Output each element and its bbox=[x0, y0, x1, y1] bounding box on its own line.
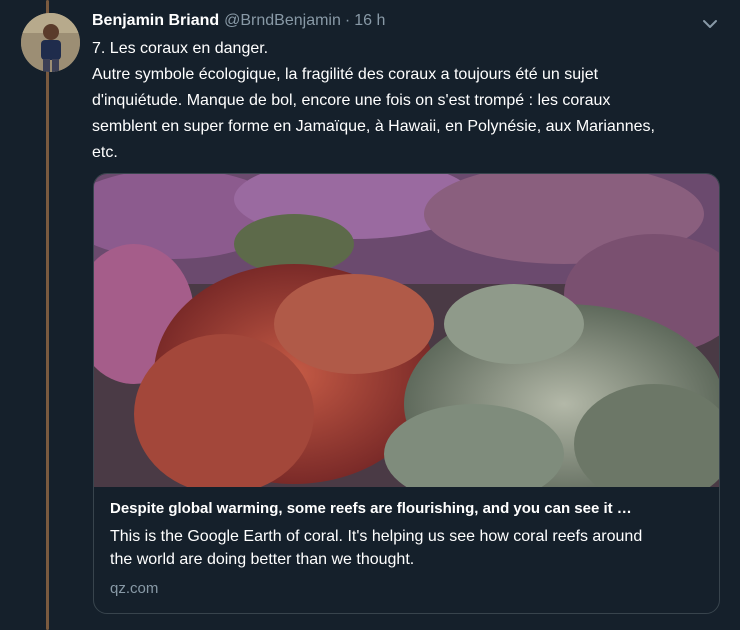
card-description: This is the Google Earth of coral. It's … bbox=[110, 525, 703, 571]
card-image bbox=[94, 174, 719, 487]
tweet-text-line: semblent en super forme en Jamaïque, à H… bbox=[92, 118, 655, 135]
thread-line bbox=[46, 0, 49, 630]
tweet-text-line: d'inquiétude. Manque de bol, encore une … bbox=[92, 92, 611, 109]
tweet-header: Benjamin Briand @BrndBenjamin · 16 h bbox=[92, 10, 720, 32]
avatar[interactable] bbox=[21, 13, 80, 72]
link-card[interactable]: Despite global warming, some reefs are f… bbox=[93, 173, 720, 614]
chevron-down-icon[interactable] bbox=[700, 14, 720, 34]
card-description-line: This is the Google Earth of coral. It's … bbox=[110, 528, 643, 545]
card-domain[interactable]: qz.com bbox=[110, 579, 703, 599]
separator: · bbox=[344, 12, 351, 29]
author-name[interactable]: Benjamin Briand bbox=[92, 10, 219, 32]
timestamp[interactable]: 16 h bbox=[354, 10, 385, 32]
avatar-image bbox=[21, 13, 80, 72]
tweet-text-line: etc. bbox=[92, 144, 118, 161]
card-description-line: the world are doing better than we thoug… bbox=[110, 551, 415, 568]
tweet-text: 7. Les coraux en danger. Autre symbole é… bbox=[92, 36, 712, 166]
author-handle[interactable]: @BrndBenjamin bbox=[224, 10, 341, 32]
tweet[interactable]: Benjamin Briand @BrndBenjamin · 16 h 7. … bbox=[92, 10, 720, 166]
tweet-text-line: 7. Les coraux en danger. bbox=[92, 40, 269, 57]
card-title[interactable]: Despite global warming, some reefs are f… bbox=[110, 499, 703, 519]
tweet-text-line: Autre symbole écologique, la fragilité d… bbox=[92, 66, 599, 83]
